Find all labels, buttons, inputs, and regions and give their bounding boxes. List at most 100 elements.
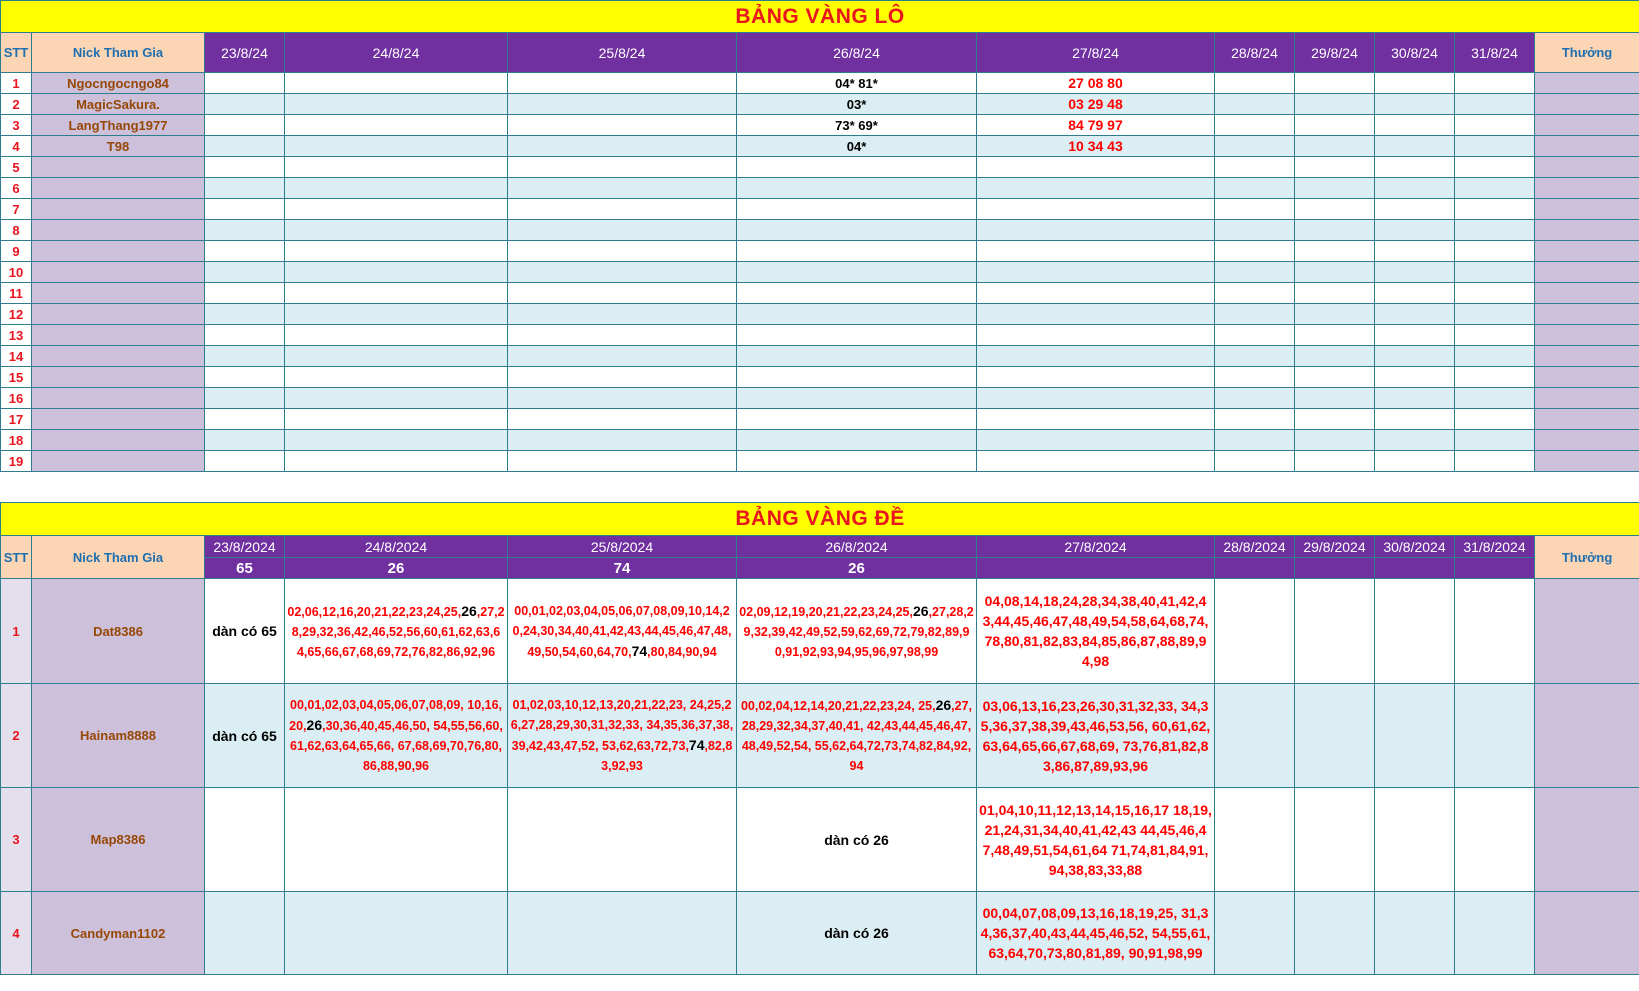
pick-cell[interactable] <box>1214 177 1295 199</box>
reward-cell[interactable] <box>1533 303 1639 325</box>
nick-cell[interactable] <box>31 177 205 199</box>
reward-cell[interactable] <box>1533 578 1639 684</box>
pick-cell[interactable] <box>1214 408 1295 430</box>
pick-cell[interactable] <box>204 282 285 304</box>
reward-cell[interactable] <box>1533 261 1639 283</box>
pick-cell[interactable] <box>204 198 285 220</box>
pick-cell[interactable] <box>1214 366 1295 388</box>
pick-cell[interactable] <box>1454 93 1535 115</box>
pick-cell[interactable] <box>1294 282 1375 304</box>
reward-cell[interactable] <box>1533 366 1639 388</box>
pick-cell[interactable] <box>1294 429 1375 451</box>
nick-cell[interactable] <box>31 303 205 325</box>
pick-cell[interactable] <box>1454 135 1535 157</box>
pick-cell[interactable]: 84 79 97 <box>976 114 1215 136</box>
reward-cell[interactable] <box>1533 156 1639 178</box>
pick-cell[interactable] <box>204 345 285 367</box>
pick-cell[interactable] <box>976 219 1215 241</box>
pick-cell[interactable] <box>284 240 508 262</box>
pick-cell[interactable] <box>1374 387 1455 409</box>
pick-cell[interactable] <box>1294 787 1375 892</box>
pick-cell[interactable] <box>1374 324 1455 346</box>
pick-cell[interactable] <box>507 450 737 472</box>
pick-cell[interactable] <box>1374 683 1455 788</box>
pick-cell[interactable] <box>507 282 737 304</box>
nick-cell[interactable]: T98 <box>31 135 205 157</box>
pick-cell[interactable] <box>204 787 285 892</box>
pick-cell[interactable] <box>1214 156 1295 178</box>
pick-cell[interactable] <box>736 177 977 199</box>
pick-cell[interactable] <box>507 787 737 892</box>
pick-cell[interactable] <box>507 408 737 430</box>
pick-cell[interactable] <box>1374 787 1455 892</box>
pick-cell[interactable] <box>1454 282 1535 304</box>
pick-cell[interactable] <box>1374 408 1455 430</box>
nick-cell[interactable] <box>31 345 205 367</box>
nick-cell[interactable]: Candyman1102 <box>31 891 205 975</box>
pick-cell[interactable]: 00,01,02,03,04,05,06,07,08,09, 10,16,20,… <box>284 683 508 788</box>
pick-cell[interactable] <box>204 240 285 262</box>
pick-cell[interactable]: 04,08,14,18,24,28,34,38,40,41,42,43,44,4… <box>976 578 1215 684</box>
pick-cell[interactable] <box>507 345 737 367</box>
pick-cell[interactable] <box>1374 366 1455 388</box>
pick-cell[interactable] <box>507 429 737 451</box>
pick-cell[interactable] <box>284 93 508 115</box>
nick-cell[interactable]: LangThang1977 <box>31 114 205 136</box>
pick-cell[interactable] <box>736 345 977 367</box>
nick-cell[interactable]: MagicSakura. <box>31 93 205 115</box>
pick-cell[interactable] <box>1294 156 1375 178</box>
pick-cell[interactable] <box>284 366 508 388</box>
reward-cell[interactable] <box>1533 135 1639 157</box>
pick-cell[interactable] <box>1374 219 1455 241</box>
pick-cell[interactable] <box>1214 93 1295 115</box>
pick-cell[interactable] <box>204 93 285 115</box>
pick-cell[interactable] <box>1454 429 1535 451</box>
pick-cell[interactable] <box>1214 219 1295 241</box>
nick-cell[interactable] <box>31 366 205 388</box>
pick-cell[interactable] <box>204 72 285 94</box>
pick-cell[interactable] <box>284 387 508 409</box>
pick-cell[interactable] <box>204 261 285 283</box>
nick-cell[interactable] <box>31 261 205 283</box>
pick-cell[interactable] <box>976 177 1215 199</box>
reward-cell[interactable] <box>1533 787 1639 892</box>
pick-cell[interactable] <box>1454 240 1535 262</box>
pick-cell[interactable] <box>204 387 285 409</box>
pick-cell[interactable] <box>507 366 737 388</box>
pick-cell[interactable] <box>1214 429 1295 451</box>
nick-cell[interactable]: Hainam8888 <box>31 683 205 788</box>
pick-cell[interactable] <box>1294 683 1375 788</box>
pick-cell[interactable] <box>976 324 1215 346</box>
pick-cell[interactable] <box>736 219 977 241</box>
pick-cell[interactable] <box>1374 578 1455 684</box>
nick-cell[interactable] <box>31 282 205 304</box>
pick-cell[interactable] <box>1454 114 1535 136</box>
pick-cell[interactable]: 04* 81* <box>736 72 977 94</box>
pick-cell[interactable] <box>1294 93 1375 115</box>
pick-cell[interactable]: dàn có 65 <box>204 578 285 684</box>
pick-cell[interactable] <box>736 450 977 472</box>
reward-cell[interactable] <box>1533 429 1639 451</box>
pick-cell[interactable] <box>976 240 1215 262</box>
pick-cell[interactable] <box>1294 198 1375 220</box>
pick-cell[interactable] <box>736 303 977 325</box>
pick-cell[interactable] <box>1454 683 1535 788</box>
pick-cell[interactable] <box>507 114 737 136</box>
reward-cell[interactable] <box>1533 219 1639 241</box>
pick-cell[interactable] <box>507 198 737 220</box>
pick-cell[interactable] <box>1374 177 1455 199</box>
nick-cell[interactable] <box>31 240 205 262</box>
pick-cell[interactable] <box>976 303 1215 325</box>
pick-cell[interactable] <box>284 303 508 325</box>
pick-cell[interactable] <box>284 324 508 346</box>
pick-cell[interactable] <box>1214 114 1295 136</box>
nick-cell[interactable] <box>31 219 205 241</box>
pick-cell[interactable] <box>976 156 1215 178</box>
pick-cell[interactable] <box>1374 198 1455 220</box>
pick-cell[interactable] <box>507 387 737 409</box>
pick-cell[interactable] <box>284 429 508 451</box>
nick-cell[interactable] <box>31 156 205 178</box>
pick-cell[interactable]: 02,09,12,19,20,21,22,23,24,25,26,27,28,2… <box>736 578 977 684</box>
pick-cell[interactable] <box>284 450 508 472</box>
pick-cell[interactable] <box>1214 787 1295 892</box>
